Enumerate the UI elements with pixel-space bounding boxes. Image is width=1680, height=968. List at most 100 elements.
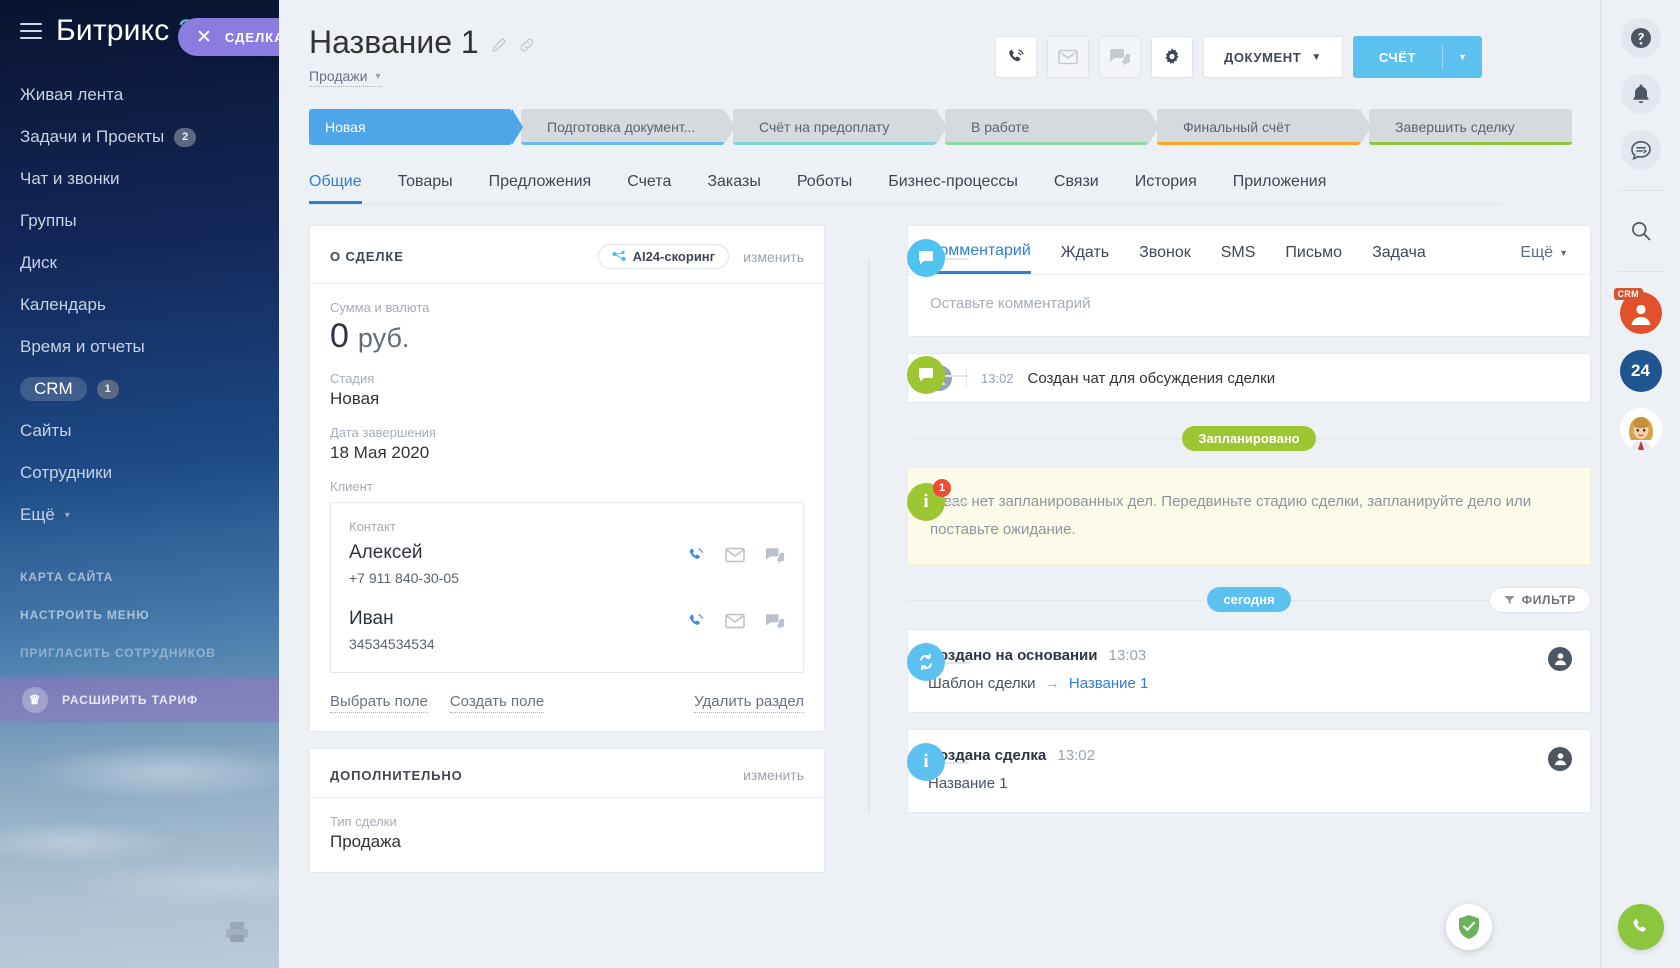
chat-icon[interactable]	[765, 547, 785, 567]
document-button[interactable]: ДОКУМЕНТ ▼	[1202, 36, 1343, 78]
field-amount-value[interactable]: 0 руб.	[330, 317, 804, 355]
stage-color-bar	[1157, 142, 1360, 145]
chat-entry-time: 13:02	[981, 370, 1014, 386]
tab-products[interactable]: Товары	[398, 173, 453, 204]
edit-pencil-icon[interactable]	[491, 24, 507, 61]
additional-card-edit-link[interactable]: изменить	[743, 767, 804, 783]
sidebar-item-groups[interactable]: Группы	[0, 200, 279, 242]
tab-offers[interactable]: Предложения	[489, 173, 592, 204]
editor-tab-more[interactable]: Ещё ▼	[1520, 244, 1568, 273]
editor-tab-email[interactable]: Письмо	[1285, 244, 1342, 273]
stage-label: Счёт на предоплату	[759, 119, 890, 135]
sidebar-item-sites[interactable]: Сайты	[0, 410, 279, 452]
chevron-down-icon[interactable]: ▼	[1443, 36, 1482, 78]
settings-button[interactable]	[1150, 36, 1193, 78]
search-icon[interactable]	[1621, 211, 1661, 251]
chat-button[interactable]	[1098, 36, 1141, 78]
history-card[interactable]: Создана сделка 13:02 Название 1	[907, 728, 1591, 813]
contact-name[interactable]: Алексей	[349, 542, 459, 564]
about-deal-edit-link[interactable]: изменить	[743, 249, 804, 265]
info-icon: i	[907, 742, 945, 781]
today-divider: сегодня ФИЛЬТР	[907, 586, 1591, 613]
sidebar-item-crm[interactable]: CRM 1	[0, 368, 279, 410]
email-icon[interactable]	[725, 547, 745, 566]
adblock-shield-icon[interactable]	[1446, 904, 1492, 950]
email-icon[interactable]	[725, 613, 745, 632]
stage-prepayment-invoice[interactable]: Счёт на предоплату	[733, 109, 947, 145]
messages-icon[interactable]	[1620, 130, 1661, 170]
call-fab-button[interactable]	[1618, 904, 1664, 950]
chat-entry-row[interactable]: 13:02 Создан чат для обсуждения сделки	[907, 353, 1591, 403]
contact-name[interactable]: Иван	[349, 608, 435, 630]
sidebar-item-tasks[interactable]: Задачи и Проекты 2	[0, 116, 279, 158]
hamburger-menu-icon[interactable]	[20, 23, 42, 39]
comment-input[interactable]: Оставьте комментарий	[908, 275, 1590, 336]
sync-icon	[907, 642, 945, 681]
sidebar-item-sitemap[interactable]: КАРТА САЙТА	[0, 558, 279, 596]
field-deal-type-value[interactable]: Продажа	[330, 832, 804, 852]
call-button[interactable]	[994, 36, 1037, 78]
copy-link-icon[interactable]	[519, 24, 535, 61]
sidebar-item-invite-employees[interactable]: ПРИГЛАСИТЬ СОТРУДНИКОВ	[0, 634, 279, 672]
bitrix24-button[interactable]: 24	[1619, 350, 1662, 392]
stage-in-progress[interactable]: В работе	[945, 109, 1159, 145]
close-icon[interactable]: ✕	[196, 28, 213, 47]
tab-orders[interactable]: Заказы	[707, 173, 760, 204]
stage-new[interactable]: Новая	[309, 109, 523, 145]
bill-button[interactable]: СЧЁТ ▼	[1352, 36, 1482, 78]
brand-logo-text: Битрикс	[56, 14, 170, 47]
stage-pipeline: Новая Подготовка документ... Счёт на пре…	[309, 109, 1600, 145]
call-icon[interactable]	[687, 546, 705, 567]
tab-history[interactable]: История	[1135, 173, 1197, 204]
delete-section-link[interactable]: Удалить раздел	[694, 693, 804, 714]
tab-business-processes[interactable]: Бизнес-процессы	[888, 173, 1018, 204]
bell-icon[interactable]	[1620, 74, 1661, 114]
sidebar-item-more[interactable]: Ещё ▾	[0, 494, 279, 536]
sidebar-item-calendar[interactable]: Календарь	[0, 284, 279, 326]
sidebar-item-chat[interactable]: Чат и звонки	[0, 158, 279, 200]
help-icon[interactable]	[1620, 18, 1661, 58]
field-stage-value[interactable]: Новая	[330, 389, 804, 409]
stage-document-prep[interactable]: Подготовка документ...	[521, 109, 735, 145]
ai-scoring-button[interactable]: AI24-скоринг	[597, 244, 730, 269]
call-icon[interactable]	[687, 612, 705, 633]
filter-icon	[1504, 595, 1515, 604]
stage-close-deal[interactable]: Завершить сделку	[1369, 109, 1572, 145]
history-time: 13:02	[1057, 746, 1095, 764]
stage-final-invoice[interactable]: Финальный счёт	[1157, 109, 1371, 145]
history-body-link[interactable]: Название 1	[1069, 675, 1149, 692]
sidebar-item-configure-menu[interactable]: НАСТРОИТЬ МЕНЮ	[0, 596, 279, 634]
upgrade-plan-button[interactable]: ♛ РАСШИРИТЬ ТАРИФ	[0, 678, 279, 722]
editor-tab-sms[interactable]: SMS	[1221, 244, 1256, 273]
sidebar-item-disk[interactable]: Диск	[0, 242, 279, 284]
sidebar-item-employees[interactable]: Сотрудники	[0, 452, 279, 494]
crm-avatar-button[interactable]: CRM	[1613, 288, 1662, 334]
tab-label: Общие	[309, 173, 362, 190]
tab-robots[interactable]: Роботы	[797, 173, 852, 204]
sidebar-subitem-label: НАСТРОИТЬ МЕНЮ	[20, 608, 150, 622]
tab-links[interactable]: Связи	[1054, 173, 1099, 204]
deal-tab-pill[interactable]: ✕ СДЕЛКА	[178, 18, 279, 56]
filter-button[interactable]: ФИЛЬТР	[1488, 586, 1591, 613]
editor-tab-wait[interactable]: Ждать	[1061, 244, 1109, 273]
tab-invoices[interactable]: Счета	[627, 173, 671, 204]
sidebar-item-live-feed[interactable]: Живая лента	[0, 74, 279, 116]
printer-icon[interactable]	[225, 921, 249, 946]
sidebar-item-label: Время и отчеты	[20, 337, 145, 356]
editor-tab-label: Комментарий	[930, 242, 1031, 259]
tab-applications[interactable]: Приложения	[1233, 173, 1327, 204]
about-deal-title: О СДЕЛКЕ	[330, 249, 404, 264]
editor-tab-call[interactable]: Звонок	[1139, 244, 1191, 273]
user-avatar[interactable]	[1619, 408, 1662, 450]
deal-pipeline-selector[interactable]: Продажи ▼	[309, 68, 383, 87]
field-close-date-value[interactable]: 18 Мая 2020	[330, 443, 804, 463]
email-button[interactable]	[1046, 36, 1089, 78]
tab-general[interactable]: Общие	[309, 173, 362, 204]
contact-phone: +7 911 840-30-05	[349, 570, 459, 587]
history-card[interactable]: Создано на основании 13:03 Шаблон сделки…	[907, 628, 1591, 713]
select-field-link[interactable]: Выбрать поле	[330, 693, 428, 714]
chat-icon[interactable]	[765, 613, 785, 633]
sidebar-item-time-reports[interactable]: Время и отчеты	[0, 326, 279, 368]
editor-tab-task[interactable]: Задача	[1372, 244, 1426, 273]
create-field-link[interactable]: Создать поле	[449, 693, 545, 714]
